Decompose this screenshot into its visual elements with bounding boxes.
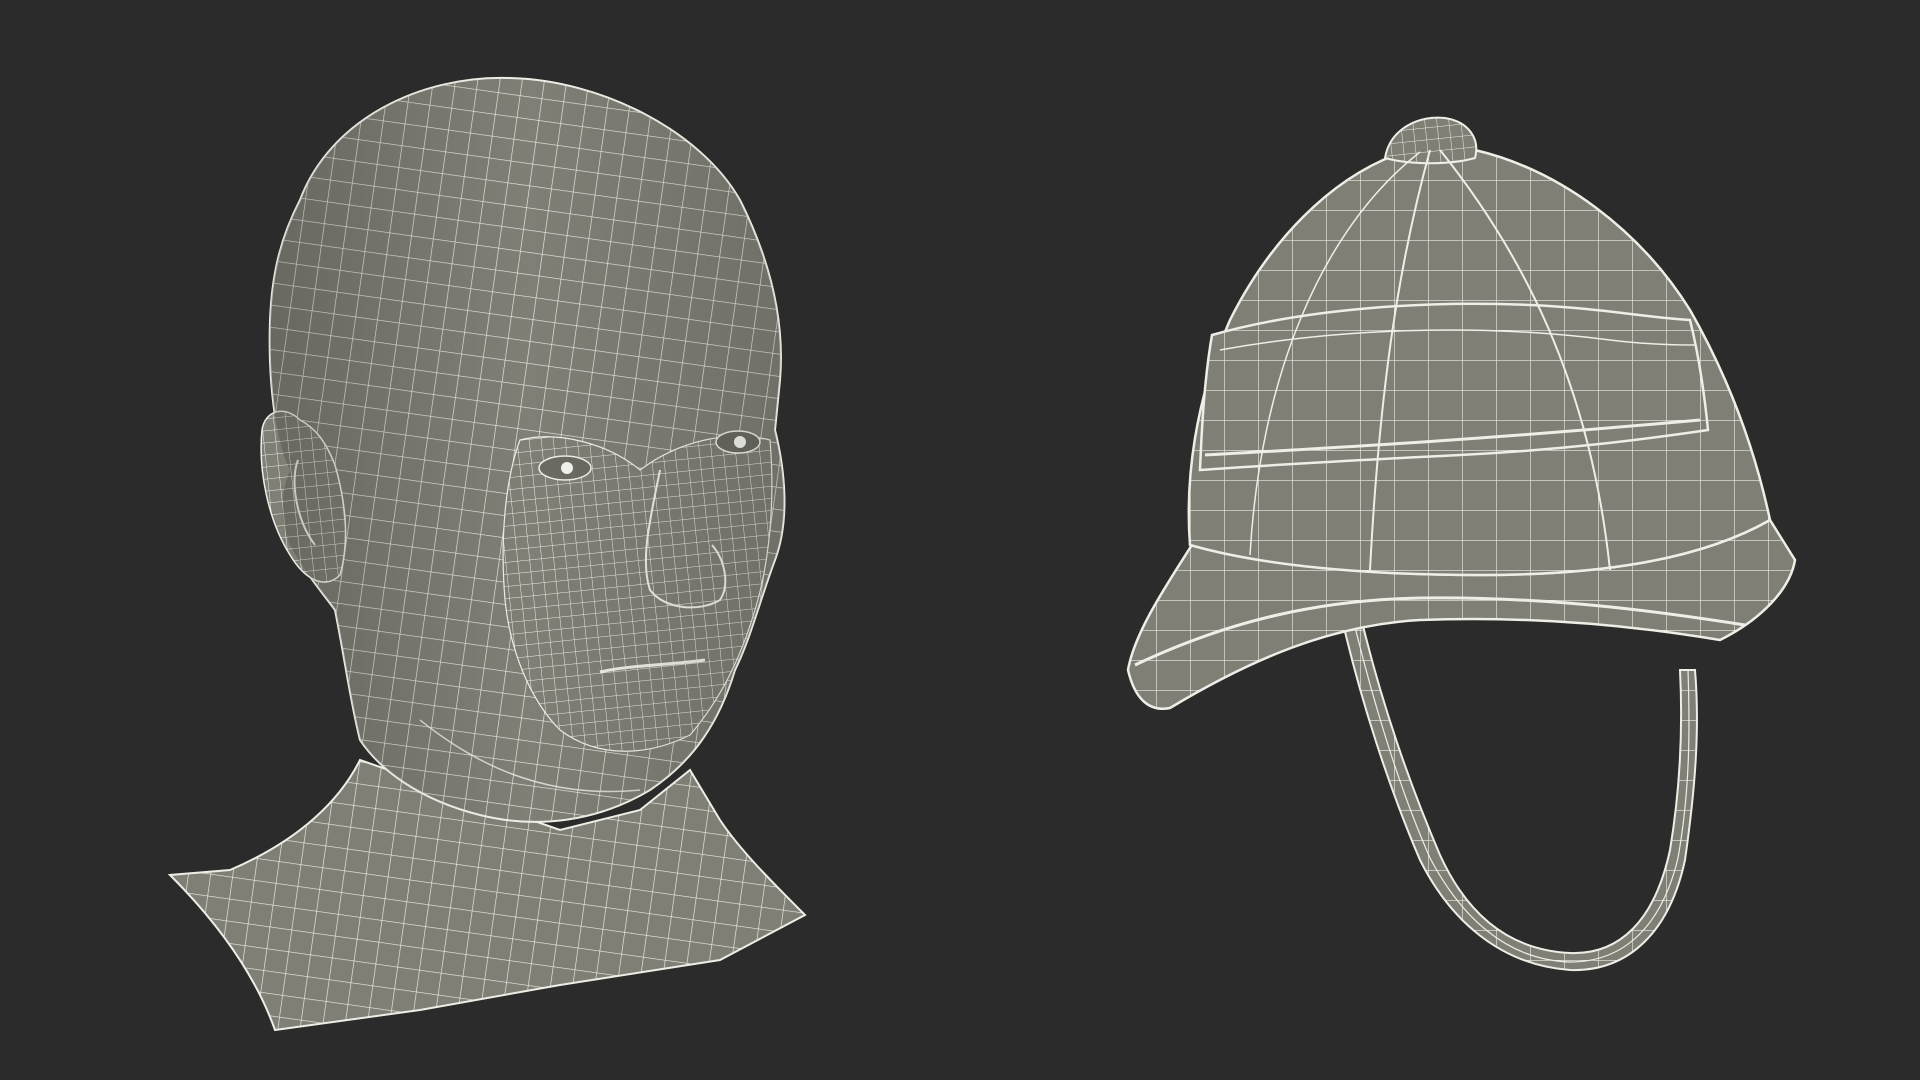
viewport [0,0,1920,1080]
chin-strap [1338,603,1698,972]
pith-helmet-mesh [1126,116,1797,972]
head-mesh [167,76,807,1032]
helmet-top-button [1383,116,1478,165]
render-canvas [167,76,1797,1032]
